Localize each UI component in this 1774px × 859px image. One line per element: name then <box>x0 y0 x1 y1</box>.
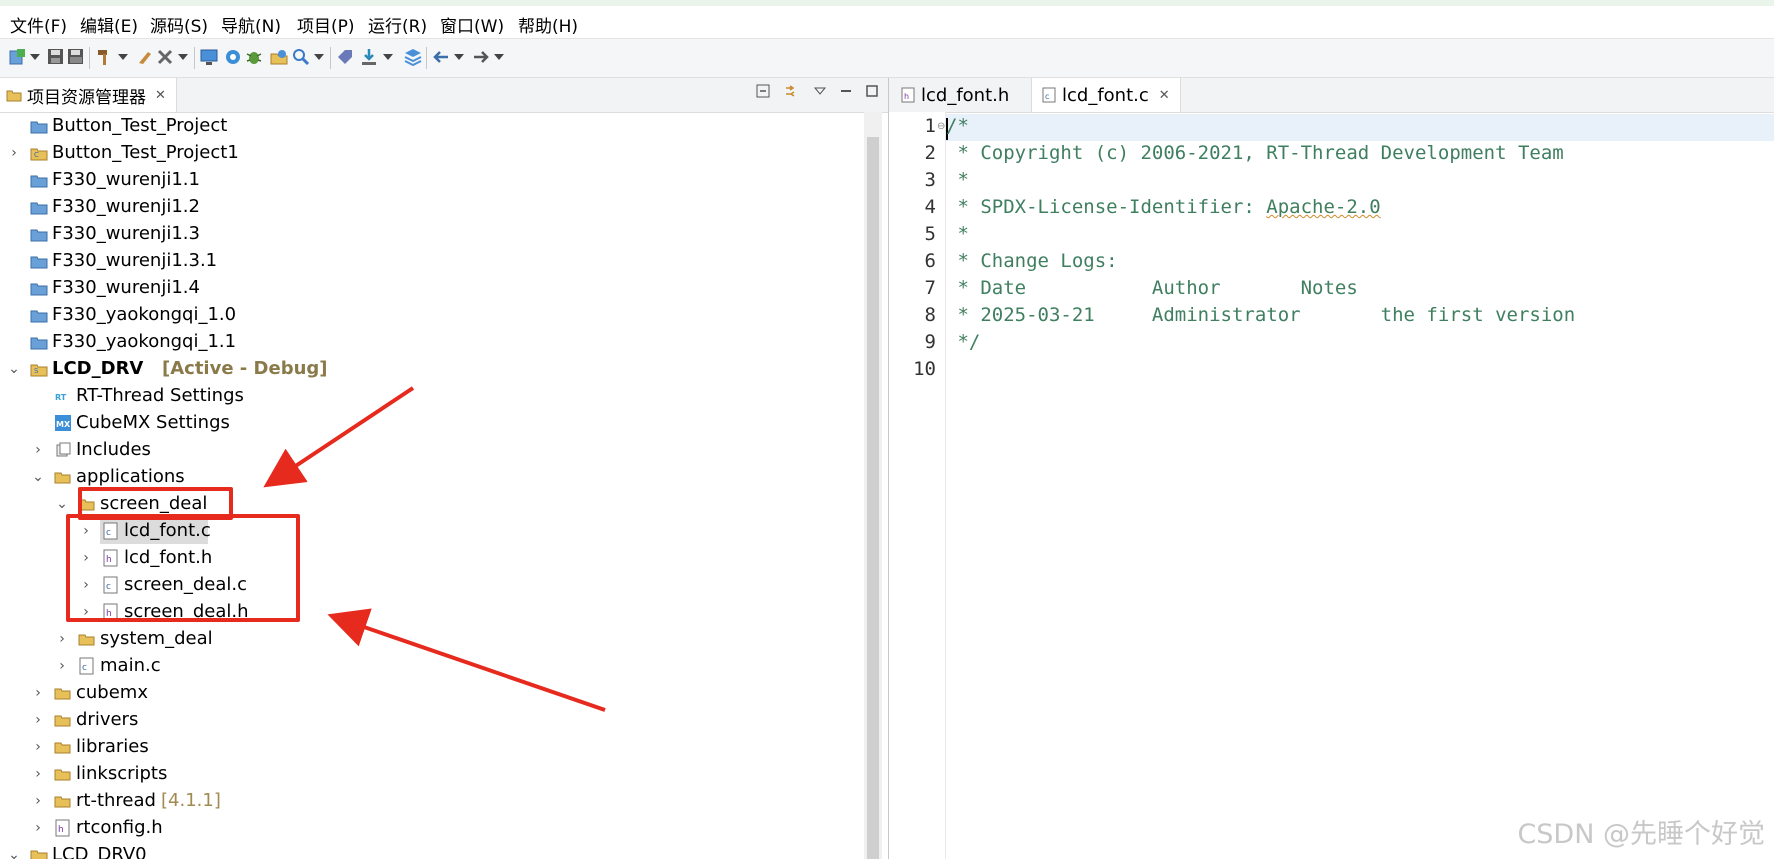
code-line: * SPDX-License-Identifier: Apache-2.0 <box>946 196 1381 218</box>
close-tab-icon[interactable]: ✕ <box>1159 88 1170 103</box>
code-line: * Date Author Notes <box>946 277 1358 299</box>
code-line: * Copyright (c) 2006-2021, RT-Thread Dev… <box>946 142 1564 164</box>
code-line-text: * SPDX-License-Identifier: <box>946 196 1267 218</box>
annotation-arrow-files <box>327 608 606 712</box>
code-line: * Change Logs: <box>946 250 1118 272</box>
license-value: Apache-2.0 <box>1266 196 1381 218</box>
watermark: CSDN @先睡个好觉 <box>1517 819 1765 850</box>
editor-tab-label: lcd_font.c <box>1062 84 1149 106</box>
editor-tab-bar: h lcd_font.h c lcd_font.c ✕ <box>889 78 1774 113</box>
h-file-icon: h <box>901 87 915 103</box>
svg-text:c: c <box>1045 92 1049 101</box>
editor-panel: h lcd_font.h c lcd_font.c ✕ 1 2 3 4 5 6 … <box>888 78 1774 859</box>
editor-tab-label: lcd_font.h <box>921 84 1010 106</box>
code-line: /* <box>946 115 969 137</box>
annotation-arrows <box>263 386 606 712</box>
editor-tab-lcd-font-h[interactable]: h lcd_font.h <box>891 78 1019 112</box>
code-line: * 2025-03-21 Administrator the first ver… <box>946 304 1576 326</box>
code-line: * <box>946 169 969 191</box>
c-file-icon: c <box>1042 87 1056 103</box>
editor-tab-lcd-font-c[interactable]: c lcd_font.c ✕ <box>1031 78 1181 112</box>
code-area[interactable]: /* * Copyright (c) 2006-2021, RT-Thread … <box>889 112 1774 859</box>
annotation-arrow-folder <box>263 386 415 488</box>
code-line: * <box>946 223 969 245</box>
svg-text:h: h <box>904 92 909 101</box>
code-line: */ <box>946 331 981 353</box>
